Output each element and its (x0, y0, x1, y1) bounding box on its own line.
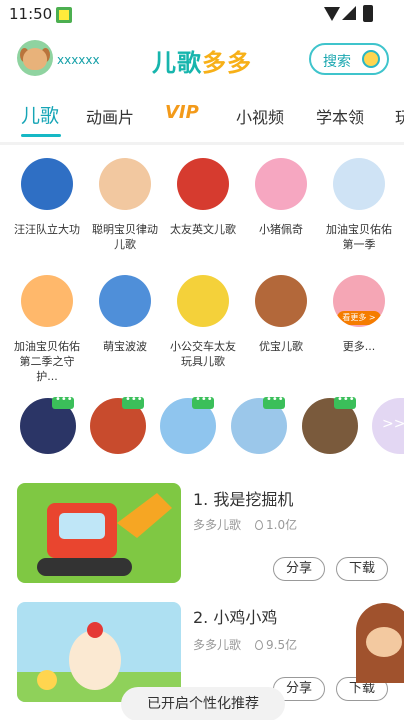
signal-icon (342, 6, 356, 20)
category-label: 小公交车太友玩具儿歌 (170, 340, 236, 368)
category-label: 加油宝贝佑佑第二季之守护... (14, 340, 80, 383)
battery-icon (363, 5, 373, 22)
play-count-value: 1.0亿 (266, 518, 298, 532)
play-count-icon (255, 640, 263, 650)
play-count: 1.0亿 (255, 516, 297, 533)
category-mengbao-bobo[interactable]: 萌宝波波 (88, 275, 162, 354)
search-label: 搜索 (323, 54, 351, 70)
category-more[interactable]: 看更多 > 更多... (322, 275, 396, 354)
avatar[interactable] (17, 40, 53, 76)
active-tab-indicator (21, 134, 61, 137)
tab-xuebenling[interactable]: 学本领 (316, 104, 364, 128)
toast-message: 已开启个性化推荐 (121, 687, 285, 720)
app-notification-icon (56, 7, 72, 23)
category-paw-patrol[interactable]: 汪汪队立大功 (10, 158, 84, 237)
more-characters-button[interactable]: >> (372, 398, 404, 454)
tab-xiaoshipin[interactable]: 小视频 (236, 104, 284, 128)
toddler-orange-icon (21, 275, 73, 327)
char-badge (122, 394, 144, 409)
category-label: 小猪佩奇 (259, 223, 303, 236)
tab-erge[interactable]: 儿歌 (21, 101, 59, 128)
song-title[interactable]: 1. 我是挖掘机 (193, 486, 293, 510)
yellow-bus-icon (177, 275, 229, 327)
pink-pig-more-icon: 看更多 > (333, 275, 385, 327)
logo-part1: 儿歌 (152, 49, 202, 77)
see-more-badge: 看更多 > (337, 311, 381, 325)
category-peppa-pig[interactable]: 小猪佩奇 (244, 158, 318, 237)
share-button[interactable]: 分享 (273, 557, 325, 581)
download-button[interactable]: 下载 (336, 557, 388, 581)
tab-wan[interactable]: 玩 (395, 104, 404, 128)
tab-donghuapian[interactable]: 动画片 (86, 104, 134, 128)
category-label: 更多... (342, 340, 376, 353)
char-badge (334, 394, 356, 409)
toddler-icon (333, 158, 385, 210)
header-divider (0, 142, 404, 145)
category-tayo-english[interactable]: 太友英文儿歌 (166, 158, 240, 237)
status-time: 11:50 (9, 5, 53, 23)
search-icon (362, 50, 380, 68)
wifi-icon (324, 7, 340, 21)
play-count-value: 9.5亿 (266, 638, 298, 652)
search-button[interactable]: 搜索 (309, 43, 389, 75)
category-label: 汪汪队立大功 (14, 223, 80, 236)
username[interactable]: xxxxxx (57, 53, 100, 67)
tab-bar: 儿歌 动画片 VIP 小视频 学本领 玩 (0, 96, 404, 140)
char-badge (52, 394, 74, 409)
paw-patrol-icon (21, 158, 73, 210)
play-count: 9.5亿 (255, 636, 297, 653)
red-bus-icon (177, 158, 229, 210)
category-label: 萌宝波波 (103, 340, 147, 353)
avatar-face (23, 48, 47, 70)
char-badge (263, 394, 285, 409)
logo-part2: 多多 (202, 49, 252, 77)
play-count-icon (255, 520, 263, 530)
category-label: 优宝儿歌 (259, 340, 303, 353)
status-bar: 11:50 (0, 0, 404, 30)
excavator-icon (37, 493, 172, 576)
baby-character-icon (99, 158, 151, 210)
app-logo: 儿歌多多 (152, 43, 252, 78)
char-badge (192, 394, 214, 409)
category-youyou-s1[interactable]: 加油宝贝佑佑第一季 (322, 158, 396, 252)
category-label: 太友英文儿歌 (170, 223, 236, 236)
category-tayo-toys[interactable]: 小公交车太友玩具儿歌 (166, 275, 240, 369)
category-baby-rhythm[interactable]: 聪明宝贝律动儿歌 (88, 158, 162, 252)
tab-vip[interactable]: VIP (165, 102, 199, 123)
song-thumbnail-excavator[interactable] (17, 483, 181, 583)
song-title[interactable]: 2. 小鸡小鸡 (193, 604, 277, 628)
category-youbao[interactable]: 优宝儿歌 (244, 275, 318, 354)
song-artist: 多多儿歌 (193, 638, 242, 652)
fox-character-icon (255, 275, 307, 327)
category-label: 聪明宝贝律动儿歌 (92, 223, 158, 251)
boy-character-icon (99, 275, 151, 327)
mascot-floating-icon[interactable] (356, 603, 404, 683)
category-youyou-s2[interactable]: 加油宝贝佑佑第二季之守护... (10, 275, 84, 384)
pink-pig-icon (255, 158, 307, 210)
category-label: 加油宝贝佑佑第一季 (326, 223, 392, 251)
song-artist: 多多儿歌 (193, 518, 242, 532)
